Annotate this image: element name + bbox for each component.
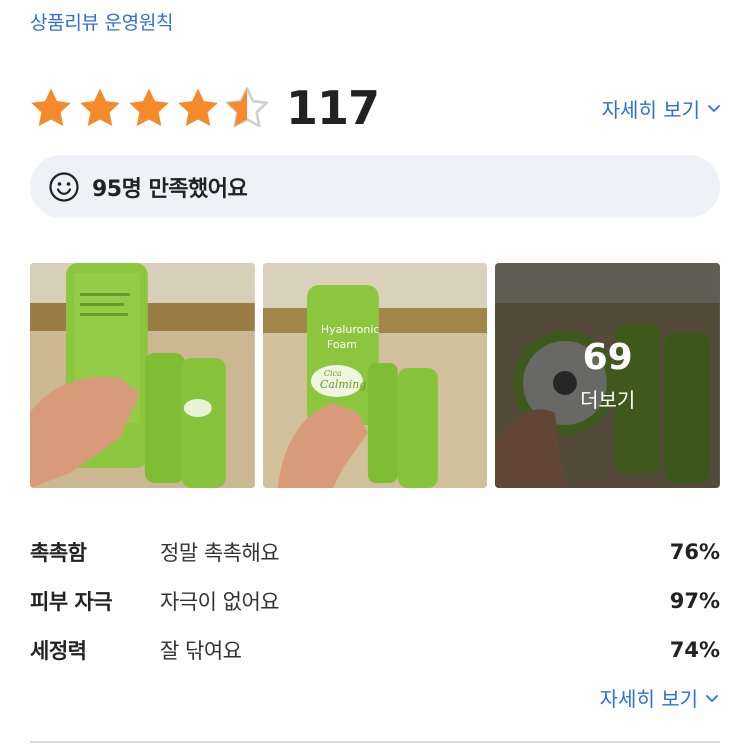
review-photo-image: Hyaluronic Foam Cica Calming bbox=[262, 263, 488, 488]
rating-summary: 117 자세히 보기 bbox=[28, 80, 722, 136]
chevron-down-icon bbox=[706, 694, 718, 702]
attribute-percent: 76% bbox=[669, 539, 720, 564]
brand-text: Cica bbox=[324, 369, 342, 378]
attribute-value: 정말 촉촉해요 bbox=[160, 540, 280, 565]
brand-text: Calming bbox=[320, 378, 366, 391]
star-icon bbox=[178, 88, 218, 127]
attribute-name: 세정력 bbox=[30, 638, 87, 663]
more-photos-count: 69 bbox=[582, 337, 633, 379]
star-icon bbox=[129, 88, 169, 127]
review-photo[interactable]: Hyaluronic Foam Cica Calming bbox=[262, 263, 488, 488]
review-photo-image bbox=[30, 263, 255, 488]
half-star-icon bbox=[225, 87, 269, 128]
star-icon bbox=[80, 88, 120, 127]
attribute-value: 잘 닦여요 bbox=[160, 638, 242, 663]
brand-text: Foam bbox=[327, 338, 357, 351]
attributes-detail-link[interactable]: 자세히 보기 bbox=[600, 683, 720, 712]
attribute-name: 촉촉함 bbox=[30, 540, 87, 565]
more-photos-label: 더보기 bbox=[580, 387, 636, 412]
attribute-percent: 97% bbox=[669, 588, 720, 613]
attribute-row: 세정력 잘 닦여요 74% bbox=[30, 625, 720, 674]
attribute-value: 자극이 없어요 bbox=[160, 589, 280, 614]
detail-link-label: 자세히 보기 bbox=[601, 97, 700, 122]
review-photo[interactable] bbox=[30, 263, 255, 488]
attribute-ratings: 촉촉함 정말 촉촉해요 76% 피부 자극 자극이 없어요 97% 세정력 잘 … bbox=[30, 527, 720, 674]
satisfaction-summary: 95명 만족했어요 bbox=[30, 155, 720, 218]
more-photos-overlay: 69 더보기 bbox=[495, 263, 721, 488]
section-divider bbox=[30, 741, 720, 743]
attribute-percent: 74% bbox=[669, 637, 720, 662]
attribute-row: 촉촉함 정말 촉촉해요 76% bbox=[30, 527, 720, 576]
chevron-down-icon bbox=[708, 105, 720, 112]
rating-detail-link[interactable]: 자세히 보기 bbox=[602, 94, 722, 123]
brand-text: Hyaluronic bbox=[321, 323, 380, 336]
attribute-row: 피부 자극 자극이 없어요 97% bbox=[30, 576, 720, 625]
review-policy-link[interactable]: 상품리뷰 운영원칙 bbox=[30, 8, 173, 35]
smile-icon bbox=[49, 171, 79, 202]
review-photos: Hyaluronic Foam Cica Calming 69 더보기 bbox=[30, 263, 721, 488]
detail-link-label: 자세히 보기 bbox=[599, 687, 698, 711]
review-photo-more[interactable]: 69 더보기 bbox=[495, 263, 721, 488]
star-rating bbox=[28, 85, 270, 131]
star-icon bbox=[31, 88, 71, 127]
satisfaction-text: 95명 만족했어요 bbox=[92, 176, 248, 202]
review-count: 117 bbox=[286, 81, 380, 135]
attribute-name: 피부 자극 bbox=[30, 589, 113, 614]
